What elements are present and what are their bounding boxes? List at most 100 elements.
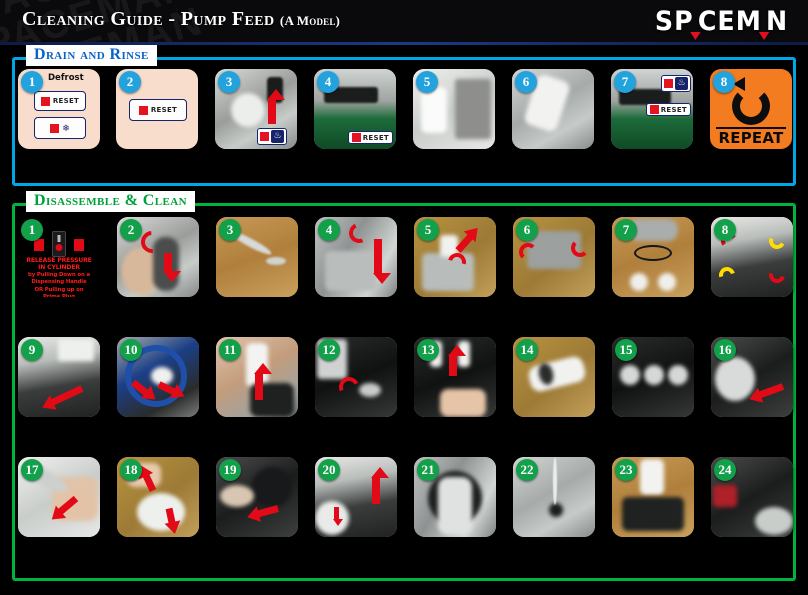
step-tile-6[interactable]: 6 (513, 217, 595, 297)
warning-line-5: OR Pulling up on (34, 286, 84, 293)
step-tile-5[interactable]: 5 (413, 69, 495, 149)
step-tile-5[interactable]: 5 (414, 217, 496, 297)
defrost-label: Defrost (48, 73, 84, 83)
warning-wing-left-icon (34, 239, 44, 251)
logo-triangle-right-icon (758, 32, 769, 40)
step-tile-15[interactable]: 15 (612, 337, 694, 417)
step-badge: 12 (318, 339, 340, 361)
reset-button-label: RESET (52, 97, 80, 105)
step-tile-3[interactable]: 3 (216, 217, 298, 297)
step-badge: 1 (21, 219, 43, 241)
step-badge: 4 (318, 219, 340, 241)
step-badge: 8 (713, 71, 735, 93)
page-title-main: Cleaning Guide - Pump Feed (22, 8, 275, 30)
step-tile-16[interactable]: 16 (711, 337, 793, 417)
reset-button-label: RESET (150, 106, 178, 114)
down-arrow-small-icon (333, 507, 343, 526)
step-badge: 24 (714, 459, 736, 481)
step-tile-2[interactable]: 2 RESET (116, 69, 198, 149)
step-badge: 23 (615, 459, 637, 481)
step-badge: 9 (21, 339, 43, 361)
up-arrow-icon (371, 467, 389, 504)
up-arrow-icon (267, 89, 285, 124)
spaceman-logo: SP CEM N (654, 6, 788, 40)
step-tile-4[interactable]: 4 (315, 217, 397, 297)
step-badge: 22 (516, 459, 538, 481)
step-tile-19[interactable]: 19 (216, 457, 298, 537)
wash-indicator-badge: ♨ (257, 128, 287, 145)
wash-indicator-led-icon (260, 132, 269, 141)
defrost-button[interactable]: ❄ (34, 117, 86, 139)
step-tile-7[interactable]: 7 (612, 217, 694, 297)
page-title-sub: (A Model) (279, 13, 341, 28)
step-tile-1-warning[interactable]: 1 RELEASE PRESSURE IN CYLINDER by Pullin… (18, 217, 100, 297)
step-badge: 16 (714, 339, 736, 361)
step-tile-6[interactable]: 6 (512, 69, 594, 149)
step-tile-11[interactable]: 11 (216, 337, 298, 417)
step-tile-18[interactable]: 18 (117, 457, 199, 537)
step-tile-22[interactable]: 22 (513, 457, 595, 537)
reset-button[interactable]: RESET (129, 99, 187, 121)
logo-triangle-left-icon (690, 32, 701, 40)
step-tile-8-repeat[interactable]: 8 REPEAT (710, 69, 792, 149)
down-arrow-icon (163, 253, 181, 282)
rotate-arrow-left-icon (519, 243, 537, 261)
wash-icon: ♨ (271, 130, 284, 143)
step-badge: 18 (120, 459, 142, 481)
step-badge: 6 (516, 219, 538, 241)
step-tile-1[interactable]: 1 Defrost RESET ❄ (18, 69, 100, 149)
reset-badge-label: RESET (362, 133, 389, 142)
warning-line-2: IN CYLINDER (38, 264, 80, 272)
wash-icon: ♨ (675, 77, 688, 90)
reset-button[interactable]: RESET (34, 91, 86, 111)
step-tile-2[interactable]: 2 (117, 217, 199, 297)
logo-text-part1: SP (654, 6, 694, 37)
reset-badge-label: RESET (660, 105, 687, 114)
step-tile-21[interactable]: 21 (414, 457, 496, 537)
step-tile-24[interactable]: 24 (711, 457, 793, 537)
step-tile-8[interactable]: 8 (711, 217, 793, 297)
step-badge: 21 (417, 459, 439, 481)
step-badge: 17 (21, 459, 43, 481)
snowflake-icon: ❄ (62, 122, 70, 133)
up-arrow-icon (254, 363, 272, 400)
step-badge: 7 (614, 71, 636, 93)
step-tile-23[interactable]: 23 (612, 457, 694, 537)
step-tile-14[interactable]: 14 (513, 337, 595, 417)
step-tile-10[interactable]: 10 (117, 337, 199, 417)
step-tile-3[interactable]: 3 ♨ (215, 69, 297, 149)
step-badge: 3 (219, 219, 241, 241)
repeat-label: REPEAT (718, 129, 784, 147)
step-badge: 2 (119, 71, 141, 93)
reset-indicator-badge: RESET (645, 103, 691, 116)
warning-line-1: RELEASE PRESSURE (26, 257, 92, 264)
step-badge: 11 (219, 339, 241, 361)
step-badge: 3 (218, 71, 240, 93)
step-tile-9[interactable]: 9 (18, 337, 100, 417)
reset-indicator-led-icon (649, 105, 659, 114)
section-2-label: Disassemble & Clean (26, 191, 195, 212)
step-tile-7[interactable]: 7 ♨ RESET (611, 69, 693, 149)
step-tile-20[interactable]: 20 (315, 457, 397, 537)
step-badge: 14 (516, 339, 538, 361)
step-tile-4[interactable]: 4 RESET (314, 69, 396, 149)
page-title: Cleaning Guide - Pump Feed (A Model) (22, 8, 340, 31)
wash-indicator-badge: ♨ (661, 75, 691, 92)
step-badge: 15 (615, 339, 637, 361)
page-header: SPACEMAN SPACEMAN SPACEMAN Cleaning Guid… (0, 0, 808, 42)
step-tile-13[interactable]: 13 (414, 337, 496, 417)
step-badge: 19 (219, 459, 241, 481)
step-badge: 8 (714, 219, 736, 241)
warning-wing-right-icon (74, 239, 84, 251)
wash-indicator-led-icon (664, 79, 673, 88)
step-badge: 6 (515, 71, 537, 93)
down-arrow-icon (373, 239, 391, 284)
step-tile-12[interactable]: 12 (315, 337, 397, 417)
rotate-arrow-right-icon (571, 239, 589, 257)
section-disassemble-and-clean: Disassemble & Clean 1 RELEASE PRESSURE I… (12, 191, 796, 581)
step-badge: 7 (615, 219, 637, 241)
step-badge: 2 (120, 219, 142, 241)
step-tile-17[interactable]: 17 (18, 457, 100, 537)
step-badge: 5 (417, 219, 439, 241)
reset-indicator-icon (40, 96, 50, 106)
